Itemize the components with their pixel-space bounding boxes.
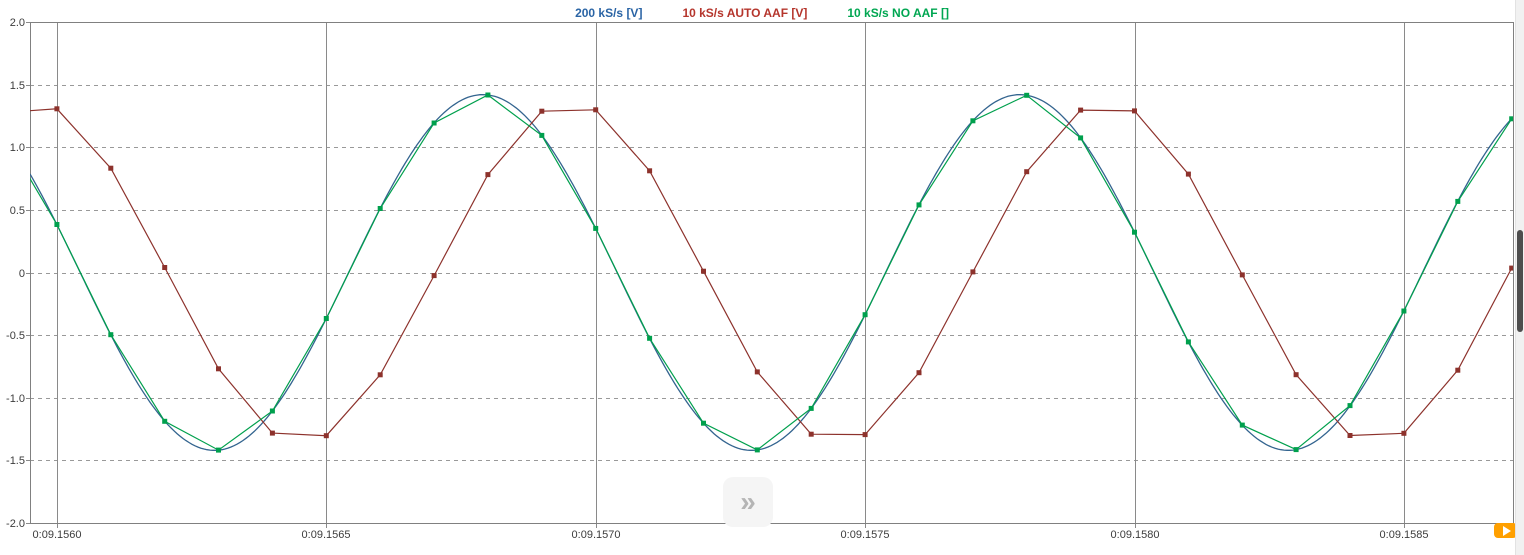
grid-vertical	[58, 22, 1405, 528]
recorder-screen: 200 kS/s [V] 10 kS/s AUTO AAF [V] 10 kS/…	[0, 0, 1524, 555]
vertical-scrollbar[interactable]	[1515, 0, 1524, 555]
x-tick-label: 0:09.1575	[841, 529, 890, 541]
y-tick-label: 1.0	[10, 142, 25, 154]
x-tick-label: 0:09.1580	[1111, 529, 1160, 541]
y-tick-label: -2.0	[6, 518, 25, 530]
y-tick-label: -1.0	[6, 393, 25, 405]
chart-canvas: 0:09.1560 0:09.1565 0:09.1570 0:09.1575 0:09…	[0, 0, 1524, 555]
y-tick-label: 0	[19, 268, 25, 280]
y-tick-label: 2.0	[10, 17, 25, 29]
play-button[interactable]	[1494, 523, 1517, 538]
x-tick-label: 0:09.1585	[1380, 529, 1429, 541]
y-tick-label: 0.5	[10, 205, 25, 217]
x-tick-label: 0:09.1560	[33, 529, 82, 541]
y-axis-ticks	[26, 23, 30, 524]
play-icon	[1503, 526, 1511, 536]
x-tick-labels: 0:09.1560 0:09.1565 0:09.1570 0:09.1575 0:09…	[33, 529, 1429, 541]
y-tick-label: 1.5	[10, 80, 25, 92]
expand-button[interactable]: »	[723, 477, 773, 527]
y-tick-labels: 2.0 1.5 1.0 0.5 0 -0.5 -1.0 -1.5 -2.0	[6, 17, 25, 530]
grid-horizontal	[30, 86, 1513, 461]
x-tick-label: 0:09.1565	[302, 529, 351, 541]
x-tick-label: 0:09.1570	[572, 529, 621, 541]
y-tick-label: -0.5	[6, 330, 25, 342]
series-10-ks-s-auto-aaf-v-markers	[1, 106, 1515, 438]
scrollbar-thumb[interactable]	[1517, 230, 1523, 332]
y-tick-label: -1.5	[6, 455, 25, 467]
plot-border	[31, 23, 1514, 524]
series-10-ks-s-auto-aaf-v	[3, 109, 1512, 436]
series-10-ks-s-no-aaf	[3, 95, 1512, 450]
double-chevron-icon: »	[740, 486, 756, 517]
